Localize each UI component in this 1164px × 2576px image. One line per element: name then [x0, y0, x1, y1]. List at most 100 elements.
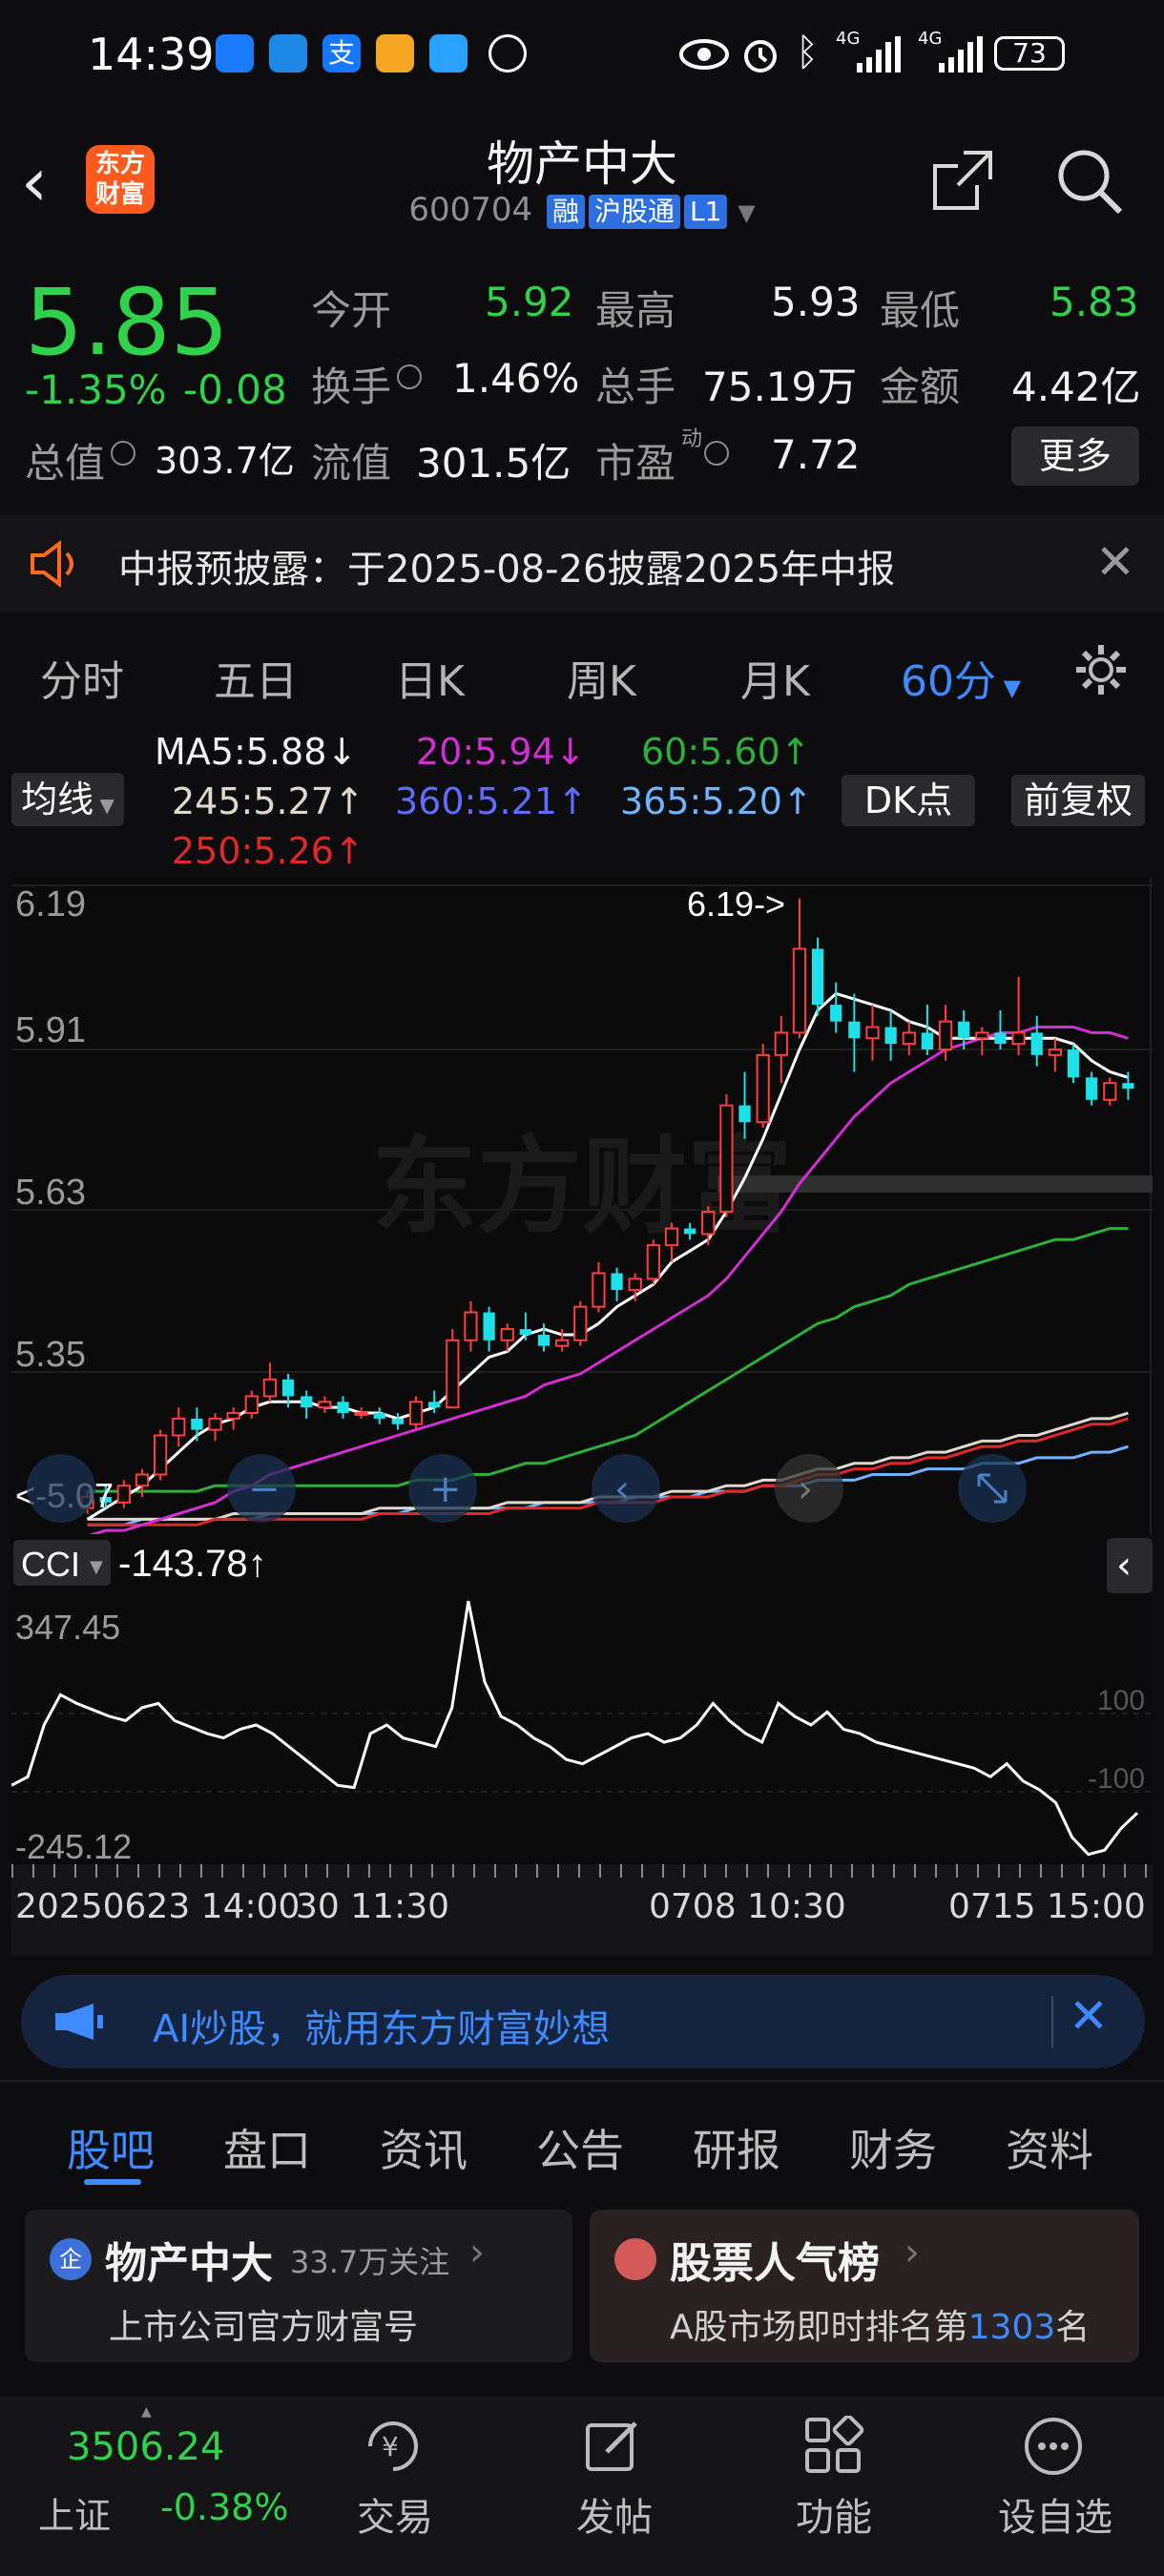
- x-axis-label: 30 11:30: [296, 1887, 449, 1926]
- rank-number: 1303: [967, 2308, 1056, 2347]
- tab-zixun[interactable]: 资讯: [380, 2116, 468, 2179]
- nav-add-watchlist[interactable]: 设自选: [998, 2486, 1112, 2542]
- candle-body: [938, 1020, 953, 1050]
- close-icon[interactable]: ✕: [1095, 534, 1135, 590]
- trade-icon[interactable]: ¥: [363, 2416, 424, 2477]
- current-price: 5.85: [25, 269, 229, 376]
- index-name[interactable]: 上证: [38, 2486, 111, 2539]
- low-label: 最低: [880, 287, 961, 334]
- dk-point-button[interactable]: DK点: [842, 775, 975, 826]
- cci-label: CCI: [21, 1545, 80, 1584]
- nav-trade[interactable]: 交易: [357, 2486, 433, 2542]
- candle: [1067, 1044, 1080, 1084]
- status-time: 14:39: [88, 29, 215, 80]
- x-axis-label: 20250623 14:00: [15, 1887, 301, 1926]
- candle-body: [244, 1395, 259, 1415]
- tab-pankou[interactable]: 盘口: [223, 2116, 311, 2179]
- candle-body: [774, 1031, 788, 1056]
- pe-label: 市盈: [595, 440, 676, 487]
- turnover-value: 1.46%: [452, 355, 580, 402]
- index-value[interactable]: 3506.24: [67, 2425, 224, 2469]
- stock-code: 600704: [408, 191, 533, 229]
- tab-60min-label: 60分: [901, 657, 996, 706]
- candle: [446, 1329, 460, 1409]
- fuquan-button[interactable]: 前复权: [1011, 775, 1145, 826]
- candle-body: [135, 1473, 150, 1487]
- megaphone-icon: [55, 2004, 103, 2040]
- follower-count: 33.7万关注: [290, 2244, 450, 2280]
- candle-body: [683, 1228, 696, 1235]
- divider: [0, 2080, 1164, 2082]
- tab-caiwu[interactable]: 财务: [849, 2116, 937, 2179]
- candle-body: [1030, 1032, 1043, 1055]
- more-dots-icon[interactable]: [1023, 2416, 1084, 2477]
- chevron-up-icon[interactable]: ▲: [141, 2404, 152, 2420]
- share-icon[interactable]: [929, 147, 996, 214]
- candle-body: [537, 1334, 551, 1346]
- candle-body: [301, 1396, 313, 1408]
- cci-value: -143.78↑: [118, 1543, 267, 1585]
- tab-60min[interactable]: 60分 ▼: [901, 647, 1021, 708]
- candle-body: [975, 1031, 989, 1040]
- margin-tag: 融: [546, 195, 585, 229]
- info-icon[interactable]: [704, 441, 729, 466]
- tab-guba[interactable]: 股吧: [67, 2116, 155, 2179]
- search-icon[interactable]: [1055, 147, 1124, 216]
- rank-prefix: A股市场即时排名第: [670, 2308, 968, 2347]
- right-glyph: ›: [798, 1467, 813, 1511]
- ma-select-button[interactable]: 均线 ▼: [11, 773, 124, 826]
- tab-ziliao[interactable]: 资料: [1006, 2116, 1093, 2179]
- candle-body: [958, 1021, 970, 1039]
- candle: [646, 1239, 660, 1285]
- tab-zhouk[interactable]: 周K: [567, 647, 636, 708]
- candle-body: [756, 1053, 770, 1124]
- browser-notify-icon: [269, 34, 307, 73]
- notice-bar[interactable]: 中报预披露：于2025-08-26披露2025年中报 ✕: [0, 515, 1164, 613]
- tab-gonggao[interactable]: 公告: [536, 2116, 624, 2179]
- ai-banner[interactable]: AI炒股，就用东方财富妙想 ✕: [21, 1975, 1145, 2068]
- nfc-icon: [488, 34, 527, 73]
- tab-fenshi[interactable]: 分时: [40, 647, 124, 708]
- info-icon[interactable]: [111, 441, 135, 466]
- dropdown-caret-icon: ▼: [996, 675, 1022, 701]
- close-icon[interactable]: ✕: [1069, 1988, 1109, 2044]
- more-button[interactable]: 更多: [1011, 426, 1139, 486]
- float-label: 流值: [311, 440, 392, 487]
- chevron-right-icon: ›: [904, 2231, 920, 2275]
- tab-yanbao[interactable]: 研报: [693, 2116, 780, 2179]
- candle: [756, 1044, 770, 1129]
- nav-post[interactable]: 发帖: [576, 2486, 653, 2542]
- left-glyph: ‹: [614, 1467, 630, 1511]
- candle-body: [408, 1401, 424, 1425]
- candle-body: [884, 1027, 897, 1045]
- post-icon[interactable]: [582, 2416, 643, 2477]
- cci-indicator-chart[interactable]: CCI ▼ -143.78↑ ‹ 347.45 -245.12 100 -100: [11, 1534, 1153, 1868]
- turnover-label: 换手: [311, 364, 392, 410]
- tab-yuek[interactable]: 月K: [740, 647, 810, 708]
- chevron-left-icon: ‹: [1116, 1544, 1132, 1588]
- candle: [408, 1396, 424, 1430]
- info-tabs: 股吧 盘口 资讯 公告 研报 财务 资料: [0, 2089, 1164, 2194]
- scroll-left-fast-icon[interactable]: [27, 1454, 95, 1523]
- mktcap-value: 303.7亿: [155, 440, 295, 482]
- settings-gear-icon[interactable]: [1072, 641, 1130, 698]
- functions-icon[interactable]: [803, 2416, 864, 2477]
- info-icon[interactable]: [397, 364, 422, 389]
- y-tick-label: 6.19: [15, 884, 86, 924]
- volume-value: 75.19万: [702, 364, 858, 410]
- candle-body: [848, 1021, 861, 1039]
- candlestick-chart[interactable]: 东方财富 6.19 5.91 5.63 5.35 6.19-> <-5.07 −…: [11, 878, 1153, 1536]
- bottom-nav: ▲ 3506.24 上证 -0.38% ¥ 交易 发帖 功能 设自选: [0, 2397, 1164, 2576]
- candle-body: [116, 1485, 131, 1504]
- alarm-icon: [744, 40, 777, 73]
- ma-button-label: 均线: [21, 779, 94, 821]
- company-account-card[interactable]: 企 物产中大 33.7万关注 › 上市公司官方财富号: [25, 2210, 572, 2362]
- candle-body: [1048, 1049, 1063, 1056]
- nav-functions[interactable]: 功能: [796, 2486, 872, 2542]
- popularity-rank-card[interactable]: 股票人气榜 › A股市场即时排名第1303名: [590, 2210, 1139, 2362]
- candle-body: [830, 1005, 842, 1022]
- tab-wuri[interactable]: 五日: [214, 647, 298, 708]
- battery-icon: 73: [994, 36, 1065, 71]
- eye-icon: [679, 39, 729, 70]
- tab-rik[interactable]: 日K: [395, 647, 465, 708]
